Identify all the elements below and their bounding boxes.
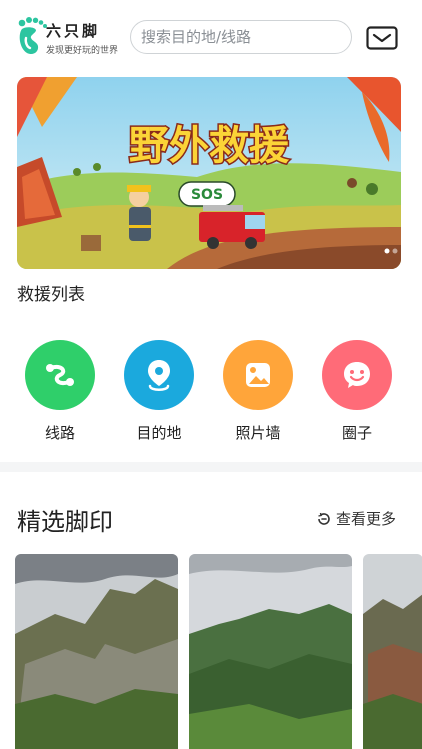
search-input[interactable]: 搜索目的地/线路 xyxy=(130,20,352,54)
search-placeholder: 搜索目的地/线路 xyxy=(141,28,252,46)
banner-title: 野外救援 xyxy=(129,123,290,169)
mountain-photo xyxy=(15,554,178,749)
history-icon xyxy=(318,512,330,525)
mountain-photo xyxy=(363,554,422,749)
footprint-logo-icon xyxy=(18,17,47,55)
shortcut-label: 目的地 xyxy=(136,424,182,442)
brand-slogan: 发现更好玩的世界 xyxy=(46,46,119,56)
route-icon xyxy=(25,340,95,410)
shortcut-photo-wall[interactable]: 照片墙 xyxy=(213,340,303,443)
chat-smile-icon xyxy=(322,340,392,410)
shortcut-routes[interactable]: 线路 xyxy=(15,340,105,443)
view-more-label: 查看更多 xyxy=(336,510,397,528)
featured-card[interactable] xyxy=(363,554,422,749)
mountain-photo xyxy=(189,554,352,749)
shortcut-destinations[interactable]: 目的地 xyxy=(114,340,204,443)
banner-illustration: 野外救援 SOS xyxy=(17,77,401,269)
shortcut-grid: 线路 目的地 照片墙 圈子 xyxy=(0,340,422,443)
shortcut-circles[interactable]: 圈子 xyxy=(312,340,402,443)
shortcut-label: 线路 xyxy=(44,424,75,442)
shortcut-label: 照片墙 xyxy=(235,424,281,442)
view-more-button[interactable]: 查看更多 xyxy=(316,508,396,529)
sos-badge-text: SOS xyxy=(191,187,223,203)
rescue-banner[interactable]: 野外救援 SOS xyxy=(17,77,401,269)
featured-card[interactable] xyxy=(15,554,178,749)
featured-title: 精选脚印 xyxy=(17,508,113,536)
brand: 六只脚 发现更好玩的世界 xyxy=(46,20,118,56)
brand-name: 六只脚 xyxy=(46,22,101,40)
featured-cards xyxy=(0,554,422,749)
photo-icon xyxy=(223,340,293,410)
location-pin-icon xyxy=(124,340,194,410)
shortcut-label: 圈子 xyxy=(341,424,372,442)
header: 六只脚 发现更好玩的世界 搜索目的地/线路 xyxy=(0,0,422,76)
mail-icon[interactable] xyxy=(366,26,398,50)
featured-card[interactable] xyxy=(189,554,352,749)
rescue-list-title[interactable]: 救援列表 xyxy=(17,280,85,305)
section-divider xyxy=(0,462,422,472)
